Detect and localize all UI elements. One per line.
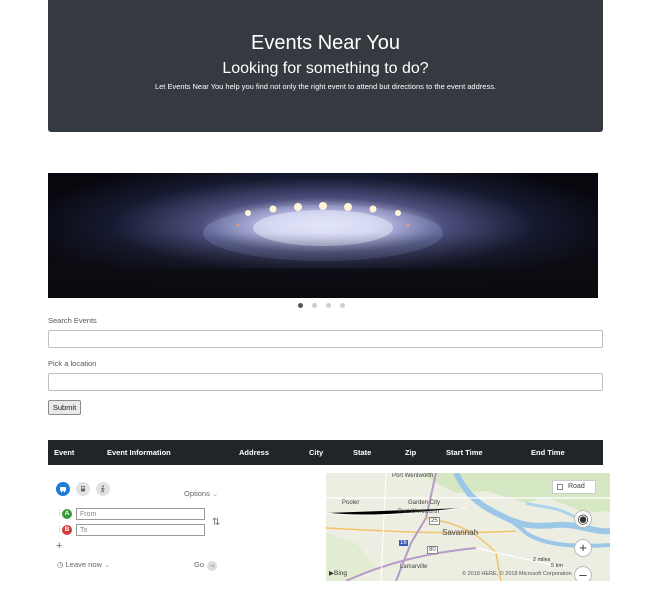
chevron-down-icon: ⌄	[211, 489, 219, 498]
map-copyright: © 2018 HERE, © 2018 Microsoft Corporatio…	[462, 571, 572, 577]
carousel-indicator-3[interactable]	[326, 303, 331, 308]
column-header-address: Address	[239, 448, 270, 457]
map-label-lamarville: Lamarville	[400, 564, 428, 570]
column-header-event: Event	[54, 448, 75, 457]
map-label-port-wentworth-north: Port Wentworth	[392, 473, 434, 479]
map-label-garden-city: Garden City	[408, 500, 441, 506]
waypoint-a-marker: A	[62, 509, 72, 519]
swap-waypoints-icon[interactable]: ⇅	[212, 517, 220, 528]
concert-image	[48, 173, 598, 298]
search-events-label: Search Events	[48, 316, 97, 325]
scale-km: 5 km	[551, 563, 563, 569]
search-events-input[interactable]	[48, 330, 603, 348]
arrow-right-icon: →	[207, 561, 218, 571]
carousel-indicator-2[interactable]	[312, 303, 317, 308]
column-header-zip: Zip	[405, 448, 417, 457]
map-label-port-wentworth: Port Wentworth	[398, 509, 440, 515]
walk-icon[interactable]	[96, 482, 110, 496]
zoom-out-icon[interactable]: –	[574, 566, 592, 581]
highway-shield-16: 16	[399, 540, 408, 546]
to-input[interactable]	[76, 524, 205, 536]
zoom-in-icon[interactable]: +	[574, 539, 592, 557]
chevron-down-icon: ⌄	[104, 560, 111, 569]
add-waypoint-button[interactable]: +	[56, 540, 62, 552]
go-button[interactable]: Go →	[194, 560, 218, 571]
map-label-savannah: Savannah	[442, 528, 479, 537]
from-input[interactable]	[76, 508, 205, 520]
options-label: Options	[184, 489, 210, 498]
bus-icon[interactable]	[76, 482, 90, 496]
options-dropdown[interactable]: Options ⌄	[184, 489, 218, 498]
column-header-end-time: End Time	[531, 448, 565, 457]
hero-description: Let Events Near You help you find not on…	[154, 82, 497, 91]
bing-label: Bing	[334, 570, 348, 577]
car-icon[interactable]	[56, 482, 70, 496]
column-header-city: City	[309, 448, 324, 457]
leave-now-dropdown[interactable]: ◷ Leave now ⌄	[57, 560, 110, 569]
map-view[interactable]: Port Wentworth Pooler Garden City Port W…	[326, 473, 610, 581]
clock-icon: ◷	[57, 560, 64, 569]
go-label: Go	[194, 560, 205, 569]
submit-button[interactable]: Submit	[48, 400, 81, 415]
page-subtitle: Looking for something to do?	[222, 60, 429, 77]
directions-panel: Options ⌄ ⋮ A ⋮ B ⇅ + ◷ Leave now ⌄ Go→	[48, 475, 228, 585]
carousel-indicator-4[interactable]	[340, 303, 345, 308]
events-table-header: Event Event Information Address City Sta…	[48, 440, 603, 465]
map-style-icon	[557, 484, 563, 490]
carousel-indicators[interactable]	[298, 303, 345, 308]
leave-now-label: Leave now	[65, 560, 102, 569]
map-style-button[interactable]: Road	[552, 480, 596, 494]
column-header-event-information: Event Information	[107, 448, 171, 457]
location-label: Pick a location	[48, 359, 97, 368]
location-input[interactable]	[48, 373, 603, 391]
map-scale: 2 miles 5 km	[533, 557, 563, 569]
column-header-start-time: Start Time	[446, 448, 483, 457]
highway-shield-25: 25	[429, 517, 440, 525]
carousel-indicator-1[interactable]	[298, 303, 303, 308]
column-header-state: State	[353, 448, 372, 457]
highway-shield-80: 80	[427, 546, 438, 554]
locate-me-icon[interactable]: ◉	[574, 510, 592, 528]
page-title: Events Near You	[251, 32, 400, 54]
bing-logo[interactable]: ▶Bing	[329, 569, 347, 577]
map-label-pooler: Pooler	[342, 500, 360, 506]
waypoint-b-marker: B	[62, 525, 72, 535]
map-style-label: Road	[568, 483, 585, 490]
hero-banner: Events Near You Looking for something to…	[48, 0, 603, 132]
event-carousel[interactable]	[48, 173, 598, 298]
